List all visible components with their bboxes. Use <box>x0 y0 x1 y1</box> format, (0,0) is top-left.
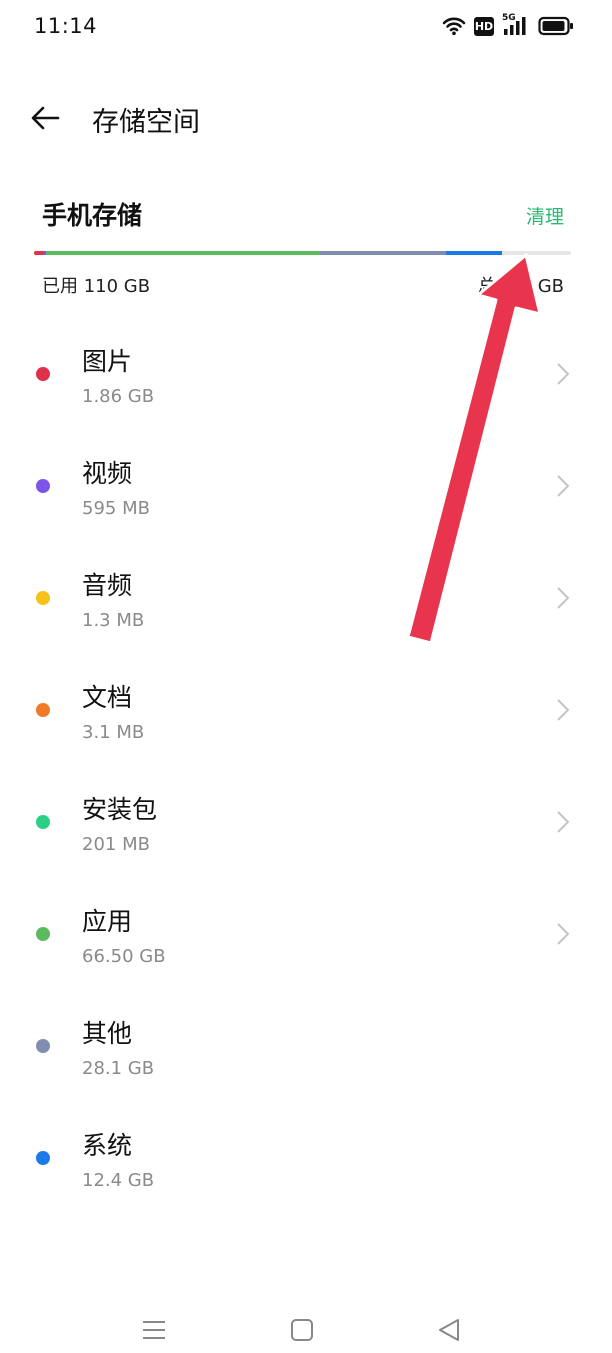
category-name: 系统 <box>82 1131 133 1160</box>
usage-bar-segment <box>445 251 503 255</box>
category-size: 1.86 GB <box>82 386 155 407</box>
category-color-dot <box>36 703 50 717</box>
category-name: 音频 <box>82 571 133 600</box>
chevron-right-icon <box>557 923 570 945</box>
chevron-right-icon <box>557 587 570 609</box>
storage-category-item[interactable]: 其他 28.1 GB <box>0 1002 612 1114</box>
status-bar: 11:14 HD 5G <box>0 0 612 56</box>
category-size: 12.4 GB <box>82 1170 155 1191</box>
category-color-dot <box>36 1151 50 1165</box>
category-size: 595 MB <box>82 498 150 519</box>
category-size: 66.50 GB <box>82 946 166 967</box>
usage-bar-segment <box>45 251 320 255</box>
status-time: 11:14 <box>34 14 98 38</box>
category-name: 应用 <box>82 907 133 936</box>
storage-category-item[interactable]: 文档 3.1 MB <box>0 666 612 778</box>
header: 存储空间 <box>0 88 612 148</box>
category-color-dot <box>36 927 50 941</box>
usage-bar-segment <box>34 251 44 255</box>
chevron-right-icon <box>557 699 570 721</box>
menu-icon[interactable] <box>134 1312 174 1348</box>
storage-category-item[interactable]: 系统 12.4 GB <box>0 1114 612 1226</box>
category-name: 图片 <box>82 347 133 376</box>
storage-category-item[interactable]: 视频 595 MB <box>0 442 612 554</box>
category-color-dot <box>36 591 50 605</box>
storage-category-item[interactable]: 图片 1.86 GB <box>0 330 612 442</box>
section-title: 手机存储 <box>42 201 143 230</box>
hd-badge-label: HD <box>474 19 494 33</box>
category-size: 201 MB <box>82 834 150 855</box>
storage-usage-bar <box>34 251 571 255</box>
status-icons: HD 5G <box>442 13 574 36</box>
chevron-right-icon <box>557 811 570 833</box>
category-size: 1.3 MB <box>82 610 145 631</box>
used-label: 已用 110 GB <box>42 276 151 297</box>
category-name: 视频 <box>82 459 133 488</box>
hd-icon: HD <box>474 16 494 36</box>
category-name: 文档 <box>82 683 133 712</box>
category-color-dot <box>36 479 50 493</box>
usage-bar-segment <box>319 251 446 255</box>
storage-category-item[interactable]: 应用 66.50 GB <box>0 890 612 1002</box>
category-name: 其他 <box>82 1019 133 1048</box>
category-color-dot <box>36 815 50 829</box>
category-color-dot <box>36 1039 50 1053</box>
back-arrow-icon[interactable] <box>26 98 66 138</box>
wifi-icon <box>442 17 466 36</box>
chevron-right-icon <box>557 475 570 497</box>
battery-icon <box>538 16 573 36</box>
category-size: 3.1 MB <box>82 722 145 743</box>
page-title: 存储空间 <box>92 107 200 138</box>
category-name: 安装包 <box>82 795 158 824</box>
storage-category-item[interactable]: 安装包 201 MB <box>0 778 612 890</box>
home-icon[interactable] <box>282 1312 322 1348</box>
chevron-right-icon <box>557 363 570 385</box>
category-list: 图片 1.86 GB 视频 595 MB 音频 1.3 MB 文档 3.1 MB 安装包 201 … <box>0 330 612 1226</box>
clean-button[interactable]: 清理 <box>526 202 564 229</box>
signal-5g-icon: 5G <box>502 13 530 36</box>
category-color-dot <box>36 367 50 381</box>
storage-category-item[interactable]: 音频 1.3 MB <box>0 554 612 666</box>
total-label: 总容量 GB <box>477 276 564 297</box>
category-size: 28.1 GB <box>82 1058 155 1079</box>
navigation-bar <box>0 1312 612 1353</box>
back-icon[interactable] <box>430 1312 470 1348</box>
